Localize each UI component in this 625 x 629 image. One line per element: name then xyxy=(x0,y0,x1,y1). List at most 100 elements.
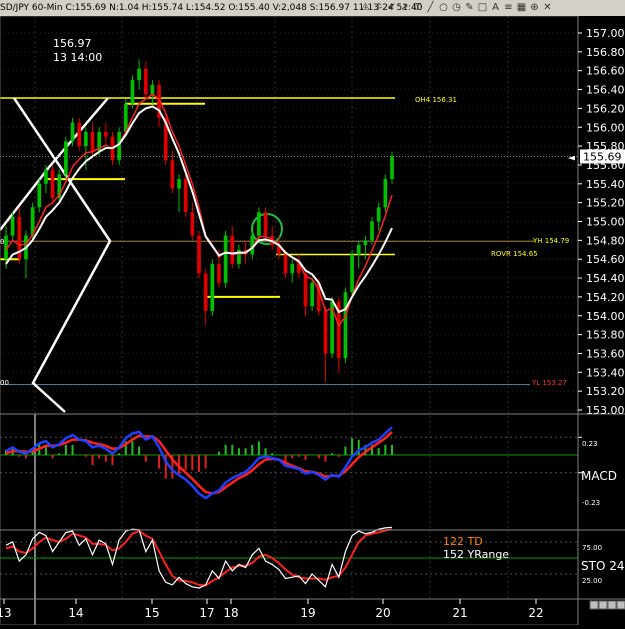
chart-svg[interactable]: 157.00 156.80 156.60 156.40 156.20 156.00 155.… xyxy=(0,15,625,626)
candle-body xyxy=(10,216,15,236)
quote-header: SD/JPY 60-Min C:155.69 N:1.04 H:155.74 L… xyxy=(0,0,625,16)
candle-body xyxy=(290,263,295,274)
price-tick-label: 153.80 xyxy=(586,329,625,342)
label-oh4: OH4 156.31 xyxy=(415,96,457,104)
price-tick-label: 153.00 xyxy=(586,404,625,417)
scroll-button[interactable] xyxy=(589,600,599,610)
last-price-label: 155.69 xyxy=(583,150,622,163)
candle-body xyxy=(376,207,381,222)
bell-icon[interactable]: ♪ xyxy=(373,1,384,14)
zoom-icon[interactable]: ⊕ xyxy=(529,1,540,14)
candle-body xyxy=(310,282,314,307)
price-tick-label: 156.60 xyxy=(586,65,625,78)
candle-body xyxy=(150,84,155,95)
sto-tick-upper: 75.00 xyxy=(582,544,602,552)
macd-tick-lower: -0.23 xyxy=(582,499,600,507)
price-tick-label: 154.40 xyxy=(586,272,625,285)
cursor-price: 156.97 xyxy=(53,37,92,50)
arrow-icon[interactable]: ↗ xyxy=(399,1,410,14)
candle-body xyxy=(50,169,55,198)
candle-body xyxy=(283,254,288,274)
candle-body xyxy=(77,122,82,147)
candle-body xyxy=(210,263,215,312)
close-icon[interactable]: ✕ xyxy=(542,1,553,14)
label-rovr: ROVR 154.65 xyxy=(491,250,538,258)
sto-yrange-label: 152 YRange xyxy=(443,548,509,561)
candle-body xyxy=(390,156,394,180)
candle-body xyxy=(257,212,261,236)
left-edge-label-1: 0 xyxy=(0,238,4,246)
candle-body xyxy=(197,235,201,274)
candle-body xyxy=(203,273,208,312)
candle-body xyxy=(143,68,148,95)
wave-drawing-1 xyxy=(12,97,112,413)
toolbar-icons: ⚠ ♪ ✔ ↗ ⚿ ╱ ○ ◷ ✎ □ A ≡ ▦ ⊕ ✕ xyxy=(360,1,553,14)
price-tick-label: 156.00 xyxy=(586,121,625,134)
lock-icon[interactable]: ⚿ xyxy=(412,1,423,14)
price-tick-label: 157.00 xyxy=(586,27,625,40)
x-tick-label: 14 xyxy=(68,606,83,620)
wave-drawing-2 xyxy=(0,97,109,231)
sto-title: STO 24 xyxy=(581,559,624,573)
candle-body xyxy=(183,179,188,213)
candle-body xyxy=(64,141,68,175)
macd-layer xyxy=(0,426,582,500)
grid-icon[interactable]: ▦ xyxy=(516,1,527,14)
candle-body xyxy=(323,311,328,354)
alert-icon[interactable]: ⚠ xyxy=(360,1,371,14)
sto-tick-lower: 25.00 xyxy=(582,577,602,585)
line-icon[interactable]: ╱ xyxy=(425,1,436,14)
candle-body xyxy=(103,131,108,137)
price-tick-label: 154.20 xyxy=(586,291,625,304)
shape-icon[interactable]: □ xyxy=(477,1,488,14)
candle-body xyxy=(84,131,88,147)
x-tick-label: 19 xyxy=(300,606,315,620)
fib-icon[interactable]: ≡ xyxy=(503,1,514,14)
candle-body xyxy=(70,122,75,142)
price-tick-label: 153.40 xyxy=(586,366,625,379)
price-tick-label: 155.20 xyxy=(586,197,625,210)
circle-icon[interactable]: ○ xyxy=(438,1,449,14)
candle-body xyxy=(370,221,374,241)
drawing-layer xyxy=(0,97,283,625)
candle-body xyxy=(230,235,235,264)
candle-body xyxy=(37,183,42,208)
candle-body xyxy=(130,80,135,104)
price-tick-label: 153.20 xyxy=(586,385,625,398)
clock-icon[interactable]: ◷ xyxy=(451,1,462,14)
grid-layer xyxy=(0,16,578,599)
scroll-button[interactable] xyxy=(607,600,617,610)
ema-fast-line xyxy=(5,93,393,327)
x-tick-label: 13 xyxy=(0,606,12,620)
pencil-icon[interactable]: ✎ xyxy=(464,1,475,14)
price-tick-label: 154.80 xyxy=(586,234,625,247)
x-tick-label: 22 xyxy=(528,606,543,620)
price-tick-label: 156.80 xyxy=(586,46,625,59)
x-tick-label: 18 xyxy=(223,606,238,620)
candle-body xyxy=(363,240,368,246)
chart-window[interactable]: 157.00 156.80 156.60 156.40 156.20 156.00 155.… xyxy=(0,15,625,626)
left-edge-label-2: 00 xyxy=(0,379,9,387)
check-icon[interactable]: ✔ xyxy=(386,1,397,14)
sto-td-label: 122 TD xyxy=(443,535,483,548)
last-price-arrow: ◄ xyxy=(568,153,575,163)
candle-body xyxy=(223,235,228,283)
candle-body xyxy=(170,160,175,189)
text-icon[interactable]: A xyxy=(490,1,501,14)
x-tick-label: 15 xyxy=(144,606,159,620)
price-tick-label: 155.40 xyxy=(586,178,625,191)
price-tick-label: 154.60 xyxy=(586,253,625,266)
x-tick-label: 21 xyxy=(452,606,467,620)
sto-d-line xyxy=(5,528,393,587)
x-tick-label: 20 xyxy=(375,606,390,620)
candle-body xyxy=(356,245,361,255)
label-yh: YH 154.79 xyxy=(532,237,569,245)
price-tick-label: 154.00 xyxy=(586,310,625,323)
scroll-button[interactable] xyxy=(598,600,608,610)
label-yl: YL 153.27 xyxy=(531,379,567,387)
candle-body xyxy=(137,68,141,81)
axes-layer: 157.00 156.80 156.60 156.40 156.20 156.00 155.… xyxy=(0,15,625,626)
candle-body xyxy=(177,179,181,189)
candle-body xyxy=(263,212,268,236)
scroll-button[interactable] xyxy=(616,600,625,610)
